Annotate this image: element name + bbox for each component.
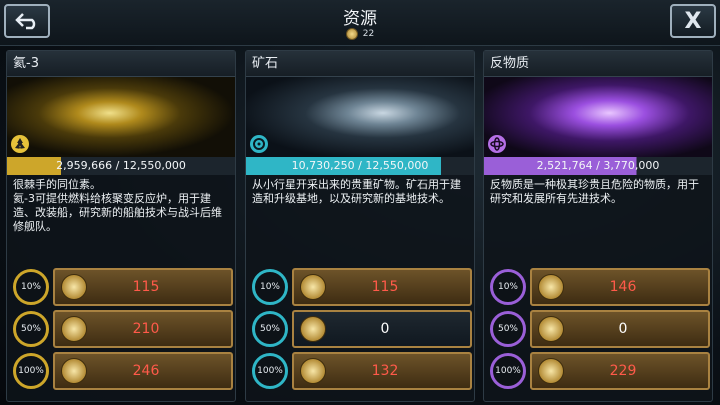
close-button[interactable]: X — [670, 4, 716, 38]
resource-progress-bar: 10,730,250 / 12,550,000 — [246, 157, 474, 175]
coin-icon — [538, 274, 564, 300]
buy-10-button[interactable]: 115 — [53, 268, 233, 306]
radiation-icon — [11, 135, 29, 153]
purchase-row-10: 10% 146 — [488, 267, 710, 307]
cost-value: 115 — [132, 279, 160, 295]
buy-100-button[interactable]: 229 — [530, 352, 710, 390]
cost-value: 210 — [132, 321, 160, 337]
panel-title: 氦-3 — [7, 51, 235, 77]
buy-50-button[interactable]: 210 — [53, 310, 233, 348]
purchase-row-50: 50% 0 — [488, 309, 710, 349]
percent-ring: 10% — [490, 269, 526, 305]
he3-artwork — [7, 77, 235, 157]
resource-panel-antimatter: 反物质 2,521,764 / 3,770,000 反物质是一种极其珍贵且危险的… — [483, 50, 713, 402]
coin-icon — [300, 358, 326, 384]
target-icon — [250, 135, 268, 153]
resource-progress-bar: 2,959,666 / 12,550,000 — [7, 157, 235, 175]
percent-ring: 10% — [13, 269, 49, 305]
purchase-row-10: 10% 115 — [11, 267, 233, 307]
resource-description: 反物质是一种极其珍贵且危险的物质，用于研究和发展所有先进技术。 — [490, 178, 699, 205]
cost-value: 146 — [609, 279, 637, 295]
resource-description: 很棘手的同位素。 氦-3可提供燃料给核聚变反应炉，用于建造、改装船，研究新的船舶… — [13, 178, 222, 233]
percent-ring: 50% — [252, 311, 288, 347]
percent-ring: 100% — [490, 353, 526, 389]
purchase-row-100: 100% 229 — [488, 351, 710, 391]
atom-icon — [488, 135, 506, 153]
buy-50-button[interactable]: 0 — [530, 310, 710, 348]
coin-icon — [300, 316, 326, 342]
panel-title: 矿石 — [246, 51, 474, 77]
ore-artwork — [246, 77, 474, 157]
percent-ring: 100% — [13, 353, 49, 389]
coin-icon — [345, 28, 358, 40]
resource-panel-he3: 氦-3 2,959,666 / 12,550,000 很棘手的同位素。 氦-3可… — [6, 50, 236, 402]
cost-value: 132 — [371, 363, 399, 379]
percent-ring: 50% — [13, 311, 49, 347]
top-bar: 资源 22 X — [0, 0, 720, 46]
purchase-row-50: 50% 210 — [11, 309, 233, 349]
purchase-row-50: 50% 0 — [250, 309, 472, 349]
percent-ring: 50% — [490, 311, 526, 347]
purchase-row-100: 100% 246 — [11, 351, 233, 391]
buy-10-button[interactable]: 115 — [292, 268, 472, 306]
cost-value: 229 — [609, 363, 637, 379]
cost-value: 115 — [371, 279, 399, 295]
panel-title: 反物质 — [484, 51, 712, 77]
resource-description: 从小行星开采出来的贵重矿物。矿石用于建造和升级基地，以及研究新的基地技术。 — [252, 178, 461, 205]
percent-ring: 10% — [252, 269, 288, 305]
cost-value: 0 — [618, 321, 628, 337]
buy-100-button[interactable]: 132 — [292, 352, 472, 390]
antimatter-artwork — [484, 77, 712, 157]
resource-progress-bar: 2,521,764 / 3,770,000 — [484, 157, 712, 175]
buy-100-button[interactable]: 246 — [53, 352, 233, 390]
cost-value: 246 — [132, 363, 160, 379]
purchase-row-100: 100% 132 — [250, 351, 472, 391]
coin-icon — [61, 358, 87, 384]
cost-value: 0 — [380, 321, 390, 337]
buy-50-button[interactable]: 0 — [292, 310, 472, 348]
percent-ring: 100% — [252, 353, 288, 389]
resource-panel-ore: 矿石 10,730,250 / 12,550,000 从小行星开采出来的贵重矿物… — [245, 50, 475, 402]
buy-10-button[interactable]: 146 — [530, 268, 710, 306]
currency-value: 22 — [362, 29, 375, 39]
coin-icon — [61, 316, 87, 342]
coin-icon — [61, 274, 87, 300]
page-title: 资源 — [343, 9, 377, 29]
coin-icon — [300, 274, 326, 300]
coin-icon — [538, 358, 564, 384]
currency-display: 22 — [0, 28, 720, 40]
coin-icon — [538, 316, 564, 342]
purchase-row-10: 10% 115 — [250, 267, 472, 307]
